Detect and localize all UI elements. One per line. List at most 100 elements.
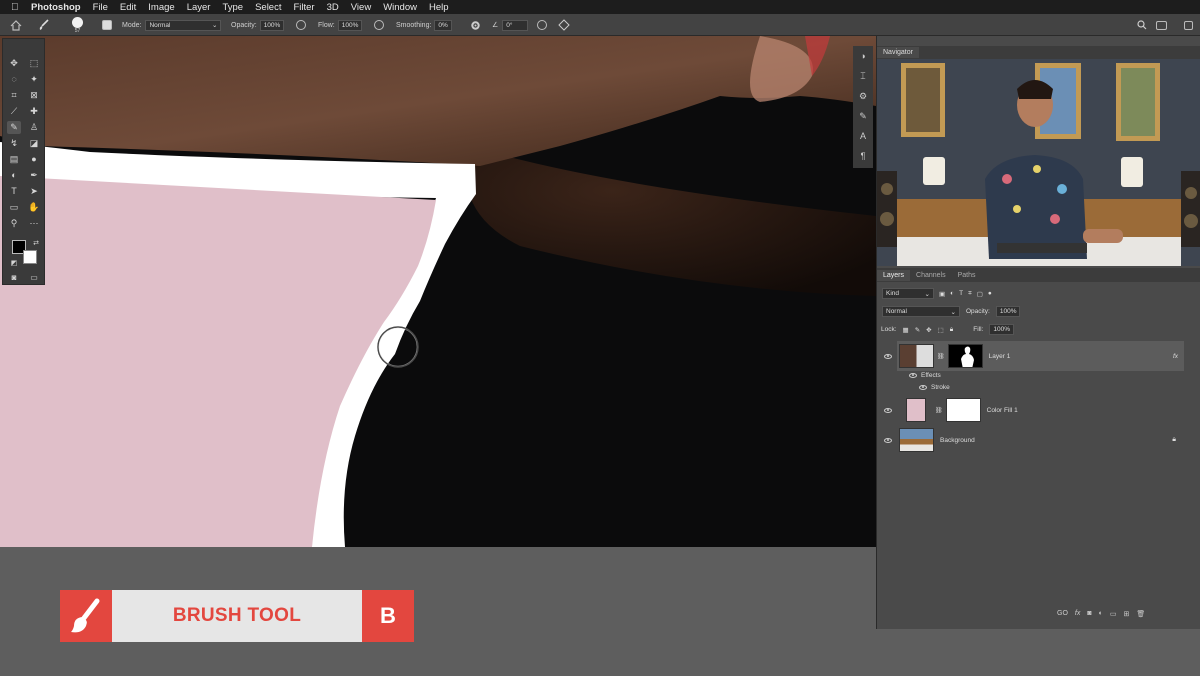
visibility-eye-icon[interactable] [884, 353, 892, 359]
frame-tool-icon[interactable]: ⊠ [27, 89, 41, 102]
eyedropper-tool-icon[interactable]: ⟋ [7, 105, 21, 118]
tab-paths[interactable]: Paths [952, 270, 982, 281]
screen-mode-icon[interactable]: ▭ [27, 271, 41, 284]
lock-position-icon[interactable]: ✥ [926, 326, 931, 334]
brush-settings-icon[interactable] [102, 14, 112, 36]
hand-tool-icon[interactable]: ✋ [27, 201, 41, 214]
paragraph-panel-icon[interactable]: ¶ [853, 146, 873, 166]
more-tools-icon[interactable]: ⋯ [27, 217, 41, 230]
pressure-size-icon[interactable] [537, 14, 547, 36]
link-layers-icon[interactable]: GO [1057, 610, 1068, 618]
effects-row[interactable]: Effects [909, 372, 1200, 379]
path-selection-tool-icon[interactable]: ➤ [27, 185, 41, 198]
lock-pixels-icon[interactable]: ✎ [915, 326, 920, 334]
histogram-panel-icon[interactable]: ⌶ [853, 66, 873, 86]
angle-field[interactable]: 0° [502, 19, 529, 31]
mode-select[interactable]: Normal ⌄ [145, 19, 222, 31]
symmetry-icon[interactable] [558, 14, 570, 36]
blend-mode-select[interactable]: Normal ⌄ [882, 306, 960, 317]
filter-adjustment-icon[interactable]: ◐ [950, 290, 954, 297]
menu-filter[interactable]: Filter [293, 2, 314, 13]
menu-layer[interactable]: Layer [187, 2, 211, 13]
swap-colors-icon[interactable]: ⇄ [29, 237, 43, 250]
crop-tool-icon[interactable]: ⌗ [7, 89, 21, 102]
healing-brush-tool-icon[interactable]: ✚ [27, 105, 41, 118]
new-adjustment-icon[interactable]: ◐ [1099, 610, 1103, 618]
filter-smart-object-icon[interactable]: ▢ [977, 290, 983, 298]
blur-tool-icon[interactable]: ● [27, 153, 41, 166]
eraser-tool-icon[interactable]: ◪ [27, 137, 41, 150]
home-icon[interactable] [10, 14, 22, 36]
default-colors-icon[interactable]: ◩ [7, 257, 21, 270]
magic-wand-tool-icon[interactable]: ✦ [27, 73, 41, 86]
brush-tool-active-icon[interactable]: ✎ [7, 121, 21, 134]
move-tool-icon[interactable]: ✥ [7, 57, 21, 70]
clone-stamp-tool-icon[interactable]: ♙ [27, 121, 41, 134]
pressure-opacity-icon[interactable] [296, 14, 306, 36]
tab-navigator[interactable]: Navigator [877, 47, 919, 58]
smoothing-field[interactable]: 0% [434, 19, 452, 31]
layer-row-color-fill-1[interactable]: ⛓ Color Fill 1 [884, 396, 1184, 424]
brush-preset-picker[interactable]: 57 [72, 14, 83, 36]
tab-layers[interactable]: Layers [877, 269, 911, 281]
color-fill-mask-thumbnail[interactable] [945, 398, 981, 422]
lasso-tool-icon[interactable]: ◌ [7, 73, 21, 86]
history-brush-tool-icon[interactable]: ↯ [7, 137, 21, 150]
filter-type-icon[interactable]: T [959, 290, 963, 297]
filter-toggle-icon[interactable]: ● [988, 290, 992, 297]
stroke-eye-icon[interactable] [919, 385, 927, 390]
character-panel-icon[interactable]: A [853, 126, 873, 146]
lock-all-icon[interactable]: 🔒︎ [950, 326, 953, 334]
menu-file[interactable]: File [93, 2, 108, 13]
flow-field[interactable]: 100% [337, 19, 363, 31]
fill-field[interactable]: 100% [989, 324, 1014, 335]
brush-tool-icon[interactable] [38, 14, 50, 36]
document-canvas[interactable] [0, 36, 876, 547]
share-icon[interactable] [1184, 14, 1193, 36]
dodge-tool-icon[interactable]: ◐ [7, 169, 21, 182]
apple-icon[interactable]:  [11, 2, 25, 13]
menu-type[interactable]: Type [222, 2, 243, 13]
adjustments-panel-icon[interactable]: ⚙ [853, 86, 873, 106]
stroke-effect-row[interactable]: Stroke [919, 384, 1200, 391]
gradient-tool-icon[interactable]: ▤ [7, 153, 21, 166]
visibility-eye-icon[interactable] [884, 407, 892, 413]
layer-1-mask-thumbnail[interactable] [947, 344, 983, 368]
type-tool-icon[interactable]: T [7, 185, 21, 198]
color-panel-icon[interactable]: ◑ [853, 46, 873, 66]
gear-icon[interactable] [470, 14, 481, 36]
workspace-icon[interactable] [1156, 14, 1167, 36]
menu-help[interactable]: Help [429, 2, 449, 13]
menu-select[interactable]: Select [255, 2, 281, 13]
pen-tool-icon[interactable]: ✒ [27, 169, 41, 182]
add-style-icon[interactable]: fx [1075, 610, 1080, 618]
opacity-field[interactable]: 100% [259, 19, 285, 31]
search-icon[interactable] [1137, 14, 1147, 36]
navigator-preview[interactable] [877, 59, 1200, 266]
quick-mask-icon[interactable]: ◙ [7, 271, 21, 284]
filter-pixel-icon[interactable]: ▣ [939, 290, 945, 298]
background-color-swatch[interactable] [23, 250, 37, 264]
zoom-tool-icon[interactable]: ⚲ [7, 217, 21, 230]
delete-layer-icon[interactable]: 🗑︎ [1136, 610, 1145, 618]
layer-row-layer-1[interactable]: ⛓ Layer 1 fx [884, 341, 1184, 371]
menu-window[interactable]: Window [383, 2, 417, 13]
menu-image[interactable]: Image [148, 2, 174, 13]
layer-opacity-field[interactable]: 100% [995, 306, 1021, 317]
menu-view[interactable]: View [351, 2, 371, 13]
marquee-tool-icon[interactable]: ⬚ [27, 57, 41, 70]
kind-filter-select[interactable]: Kind ⌄ [882, 288, 934, 299]
filter-shape-icon[interactable]: ⌗ [968, 290, 972, 298]
fx-badge[interactable]: fx [1173, 353, 1178, 360]
new-group-icon[interactable]: ▭ [1110, 610, 1117, 618]
menu-edit[interactable]: Edit [120, 2, 136, 13]
tab-channels[interactable]: Channels [910, 270, 952, 281]
menu-3d[interactable]: 3D [327, 2, 339, 13]
layer-row-background[interactable]: Background 🔒︎ [884, 426, 1184, 454]
brush-panel-icon[interactable]: ✎ [853, 106, 873, 126]
effects-eye-icon[interactable] [909, 373, 917, 378]
visibility-eye-icon[interactable] [884, 437, 892, 443]
airbrush-icon[interactable] [374, 14, 384, 36]
add-mask-icon[interactable]: ◙ [1087, 610, 1091, 618]
lock-artboard-icon[interactable]: ⬚ [938, 326, 944, 334]
